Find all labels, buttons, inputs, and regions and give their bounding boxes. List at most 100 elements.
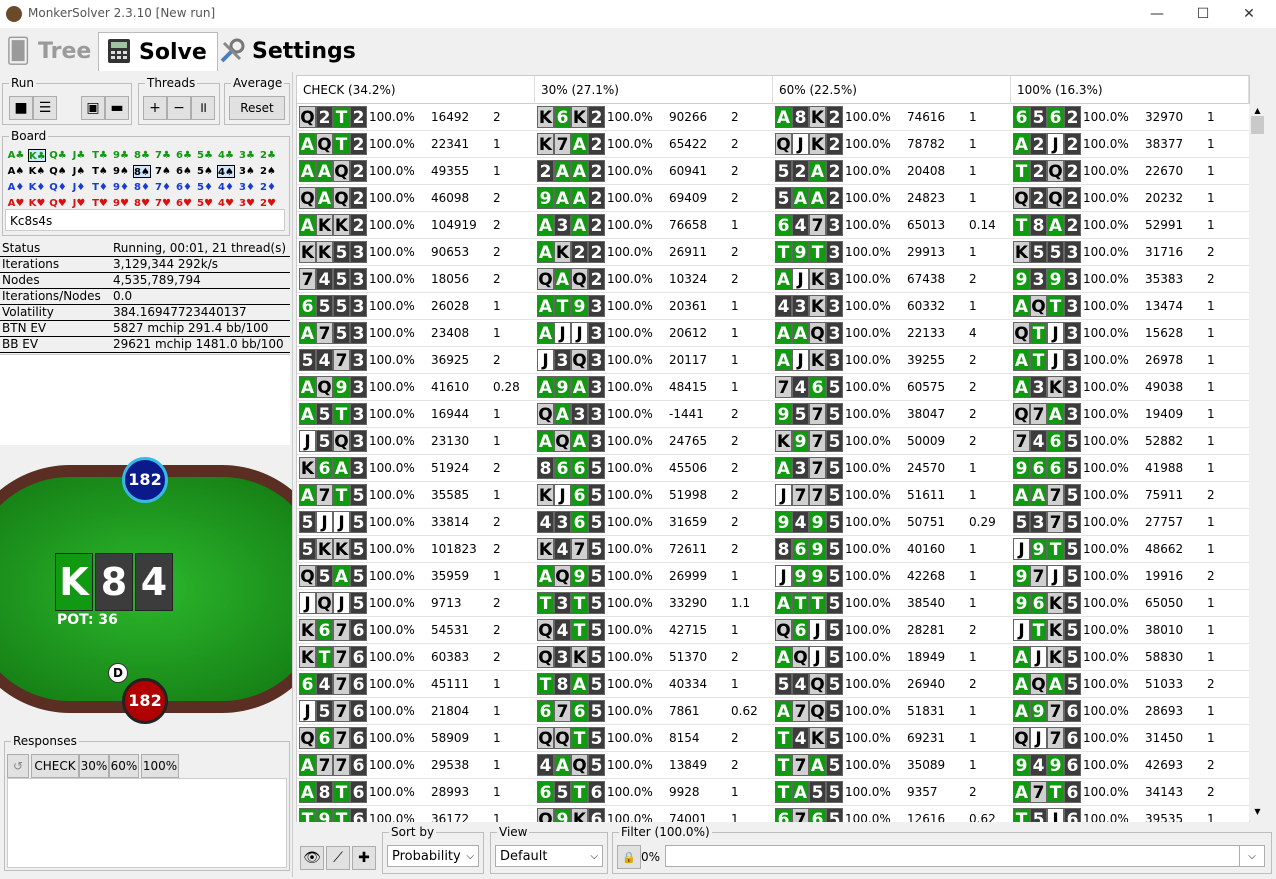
hand-row[interactable]: A 8 T 6 100.0% 28993 1 [297,779,535,806]
hand-row[interactable]: 8 6 6 5 100.0% 45506 2 [535,455,773,482]
hand-row[interactable]: A Q 9 5 100.0% 26999 1 [535,563,773,590]
board-card-option[interactable]: 4♠ [217,165,235,178]
save-button[interactable]: ▣ [81,96,105,120]
hand-row[interactable]: 6 5 6 2 100.0% 32970 1 [1011,104,1249,131]
hand-row[interactable]: K 4 7 5 100.0% 72611 2 [535,536,773,563]
board-card-option[interactable]: J♠ [70,165,88,178]
column-header[interactable]: 100% (16.3%) [1011,76,1249,104]
hand-row[interactable]: A 7 T 6 100.0% 34143 2 [1011,779,1249,806]
lock-button[interactable]: 🔒 [617,845,641,869]
hand-row[interactable]: A J K 3 100.0% 67438 2 [773,266,1011,293]
hand-row[interactable]: 4 3 6 5 100.0% 31659 2 [535,509,773,536]
hand-row[interactable]: Q 4 T 5 100.0% 42715 1 [535,617,773,644]
hand-row[interactable]: 5 2 A 2 100.0% 20408 1 [773,158,1011,185]
tab-tree[interactable]: 🂠 Tree [4,32,92,70]
hand-row[interactable]: A 9 A 3 100.0% 48415 1 [535,374,773,401]
hand-row[interactable]: A A Q 3 100.0% 22133 4 [773,320,1011,347]
hand-row[interactable]: Q 9 K 6 100.0% 74001 1 [535,806,773,822]
scroll-down-icon[interactable]: ▼ [1251,807,1264,817]
hand-row[interactable]: T 9 T 3 100.0% 29913 1 [773,239,1011,266]
response-check-button[interactable]: CHECK [31,754,79,778]
board-card-option[interactable]: 6♠ [175,165,193,178]
hand-row[interactable]: A 2 J 2 100.0% 38377 1 [1011,131,1249,158]
hand-row[interactable]: T 3 T 5 100.0% 33290 1.1 [535,590,773,617]
hand-row[interactable]: 5 4 Q 5 100.0% 26940 2 [773,671,1011,698]
board-input[interactable]: Kc8s4s [5,209,285,231]
hand-row[interactable]: A 7 7 6 100.0% 29538 1 [297,752,535,779]
hand-row[interactable]: A J J 3 100.0% 20612 1 [535,320,773,347]
board-card-option[interactable]: T♣ [91,149,109,162]
response-60-button[interactable]: 60% [109,754,139,778]
board-card-option[interactable]: 7♣ [154,149,172,162]
tab-settings[interactable]: Settings [218,32,356,70]
board-card-option[interactable]: 3♠ [238,165,256,178]
board-card-option[interactable]: K♦ [28,181,46,194]
board-card-option[interactable]: 4♣ [217,149,235,162]
hand-row[interactable]: 5 3 7 5 100.0% 27757 1 [1011,509,1249,536]
hand-row[interactable]: K 6 7 6 100.0% 54531 2 [297,617,535,644]
hand-row[interactable]: A 5 T 3 100.0% 16944 1 [297,401,535,428]
response-100-button[interactable]: 100% [141,754,179,778]
board-card-option[interactable]: J♣ [70,149,88,162]
hand-row[interactable]: K 9 7 5 100.0% 50009 2 [773,428,1011,455]
board-card-option[interactable]: 3♦ [238,181,256,194]
hand-row[interactable]: T 2 Q 2 100.0% 22670 1 [1011,158,1249,185]
hand-row[interactable]: 6 4 7 3 100.0% 65013 0.14 [773,212,1011,239]
hand-row[interactable]: T 9 T 6 100.0% 36172 1 [297,806,535,822]
hand-row[interactable]: 9 7 J 5 100.0% 19916 2 [1011,563,1249,590]
hand-row[interactable]: J 5 Q 3 100.0% 23130 1 [297,428,535,455]
board-card-option[interactable]: 5♠ [196,165,214,178]
hand-row[interactable]: K T 7 6 100.0% 60383 2 [297,644,535,671]
board-card-option[interactable]: K♣ [28,149,46,162]
remove-thread-button[interactable]: − [167,96,191,120]
hand-row[interactable]: 5 J J 5 100.0% 33814 2 [297,509,535,536]
hand-row[interactable]: 5 K K 5 100.0% 101823 2 [297,536,535,563]
hand-row[interactable]: A T J 3 100.0% 26978 1 [1011,347,1249,374]
minimize-button[interactable]: — [1134,0,1180,28]
vertical-scrollbar[interactable]: ▲ ▼ [1249,104,1266,821]
strategy-grid[interactable]: CHECK (34.2%) Q 2 T 2 100.0% 16492 2 A Q T 2 100.0% 2… [296,75,1250,823]
hand-row[interactable]: A 7 T 5 100.0% 35585 1 [297,482,535,509]
board-card-option[interactable]: K♠ [28,165,46,178]
hand-row[interactable]: 5 4 7 3 100.0% 36925 2 [297,347,535,374]
hand-row[interactable]: 4 A Q 5 100.0% 13849 2 [535,752,773,779]
hand-row[interactable]: K K 5 3 100.0% 90653 2 [297,239,535,266]
hand-row[interactable]: J 9 9 5 100.0% 42268 1 [773,563,1011,590]
hand-row[interactable]: 9 6 6 5 100.0% 41988 1 [1011,455,1249,482]
filter-input[interactable] [665,845,1249,867]
board-card-option[interactable]: 5♦ [196,181,214,194]
hand-row[interactable]: Q A 3 3 100.0% -1441 2 [535,401,773,428]
hand-row[interactable]: 6 7 6 5 100.0% 12616 0.62 [773,806,1011,822]
stop-button[interactable]: ■ [9,96,33,120]
hand-row[interactable]: A J K 3 100.0% 39255 2 [773,347,1011,374]
hand-row[interactable]: J 7 7 5 100.0% 51611 1 [773,482,1011,509]
hand-row[interactable]: J 3 Q 3 100.0% 20117 1 [535,347,773,374]
hand-row[interactable]: 9 6 K 5 100.0% 65050 1 [1011,590,1249,617]
hand-row[interactable]: A 3 A 2 100.0% 76658 1 [535,212,773,239]
hand-row[interactable]: Q 5 A 5 100.0% 35959 1 [297,563,535,590]
board-card-option[interactable]: 2♠ [259,165,277,178]
add-thread-button[interactable]: + [143,96,167,120]
maximize-button[interactable]: ☐ [1180,0,1226,28]
hand-row[interactable]: Q A Q 2 100.0% 10324 2 [535,266,773,293]
hand-row[interactable]: T 7 A 5 100.0% 35089 1 [773,752,1011,779]
board-card-option[interactable]: T♦ [91,181,109,194]
hand-row[interactable]: A Q 9 3 100.0% 41610 0.28 [297,374,535,401]
hand-row[interactable]: A T T 5 100.0% 38540 1 [773,590,1011,617]
hand-row[interactable]: A 7 5 3 100.0% 23408 1 [297,320,535,347]
sort-select[interactable]: Probability ⌵ [387,845,479,867]
hand-row[interactable]: A Q A 3 100.0% 24765 2 [535,428,773,455]
open-button[interactable]: ▬ [105,96,129,120]
hand-row[interactable]: Q J 7 6 100.0% 31450 1 [1011,725,1249,752]
hand-row[interactable]: 6 4 7 6 100.0% 45111 1 [297,671,535,698]
hand-row[interactable]: Q 2 Q 2 100.0% 20232 1 [1011,185,1249,212]
hand-row[interactable]: 7 4 6 5 100.0% 52882 1 [1011,428,1249,455]
hand-row[interactable]: A Q J 5 100.0% 18949 1 [773,644,1011,671]
hand-row[interactable]: K 6 A 3 100.0% 51924 2 [297,455,535,482]
hand-row[interactable]: K 6 K 2 100.0% 90266 2 [535,104,773,131]
reset-button[interactable]: Reset [229,96,285,120]
board-card-option[interactable]: 4♦ [217,181,235,194]
hand-row[interactable]: A Q T 3 100.0% 13474 1 [1011,293,1249,320]
column-header[interactable]: 60% (22.5%) [773,76,1011,104]
hand-row[interactable]: 6 7 6 5 100.0% 7861 0.62 [535,698,773,725]
